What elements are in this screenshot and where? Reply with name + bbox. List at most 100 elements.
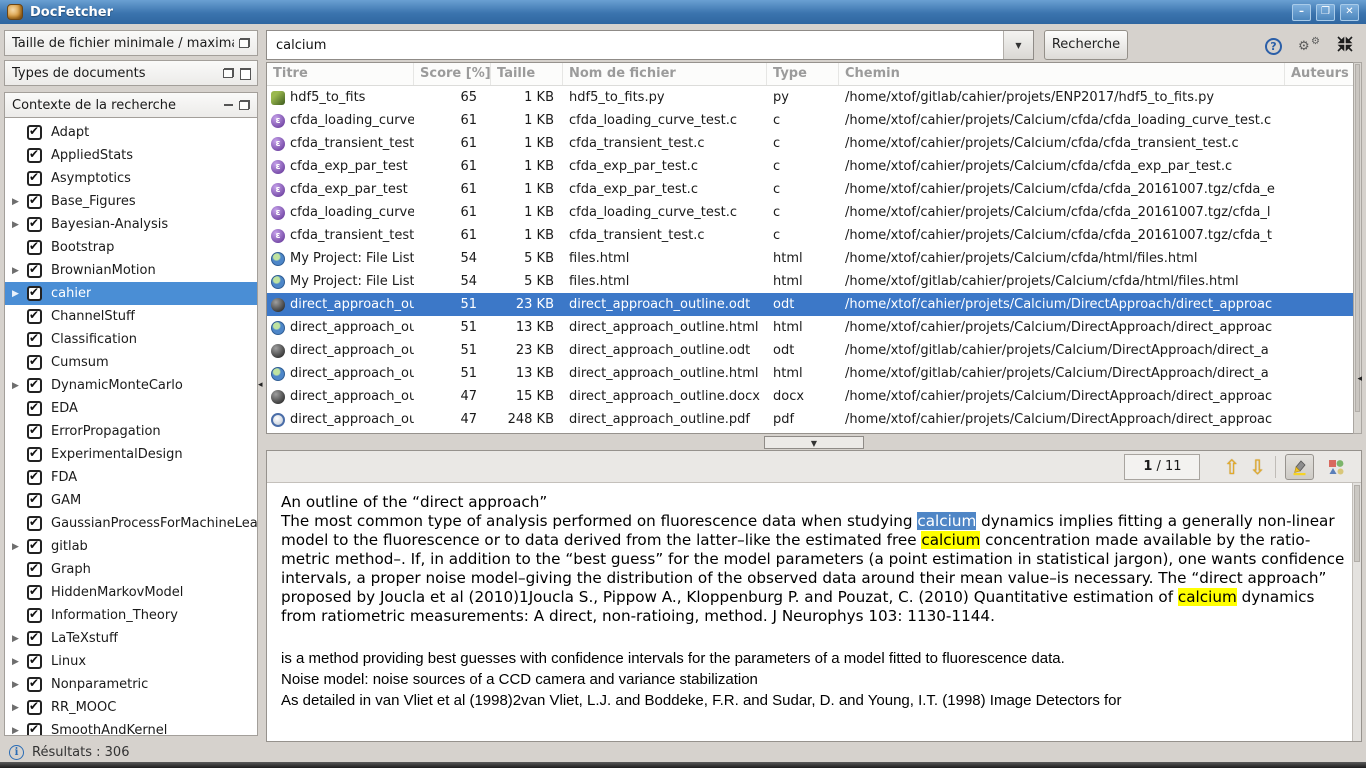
expand-arrow-icon[interactable]: ▶ [12,634,27,644]
panel-minimize-icon[interactable] [223,100,234,110]
tree-item-LaTeXstuff[interactable]: ▶LaTeXstuff [5,627,257,650]
panel-doc-types[interactable]: Types de documents [4,60,258,86]
checkbox[interactable] [27,562,42,577]
preview-mode-shapes-icon[interactable] [1323,454,1349,480]
checkbox[interactable] [27,516,42,531]
checkbox[interactable] [27,470,42,485]
result-row[interactable]: direct_approach_outline47248 KBdirect_ap… [267,408,1361,431]
sidebar-sash-collapse-icon[interactable]: ◂ [258,380,263,390]
result-row[interactable]: direct_approach_outline4715 KBdirect_app… [267,431,1361,433]
expand-arrow-icon[interactable]: ▶ [12,657,27,667]
tree-item-Information_Theory[interactable]: Information_Theory [5,604,257,627]
search-input[interactable] [267,31,1003,59]
checkbox[interactable] [27,148,42,163]
minimize-button[interactable]: – [1292,4,1311,21]
restore-button[interactable]: ❐ [1316,4,1335,21]
column-header[interactable]: Score [%] [414,63,491,85]
checkbox[interactable] [27,378,42,393]
help-icon[interactable]: ? [1265,38,1282,55]
tree-item-ErrorPropagation[interactable]: ErrorPropagation [5,420,257,443]
checkbox[interactable] [27,355,42,370]
expand-arrow-icon[interactable]: ▶ [12,381,27,391]
result-row[interactable]: hdf5_to_fits651 KBhdf5_to_fits.pypy/home… [267,86,1361,109]
checkbox[interactable] [27,194,42,209]
tree-item-Base_Figures[interactable]: ▶Base_Figures [5,190,257,213]
expand-arrow-icon[interactable]: ▶ [12,680,27,690]
result-row[interactable]: direct_approach_outline5123 KBdirect_app… [267,293,1361,316]
checkbox[interactable] [27,171,42,186]
tree-item-gitlab[interactable]: ▶gitlab [5,535,257,558]
result-row[interactable]: direct_approach_outline5113 KBdirect_app… [267,362,1361,385]
preview-collapse-sash-button[interactable] [764,436,864,449]
panel-restore-icon[interactable] [239,38,250,48]
checkbox[interactable] [27,286,42,301]
expand-arrow-icon[interactable]: ▶ [12,542,27,552]
panel-maximize-icon[interactable] [239,68,250,78]
checkbox[interactable] [27,447,42,462]
checkbox[interactable] [27,539,42,554]
preferences-gears-icon[interactable]: ⚙⚙ [1298,37,1320,55]
result-row[interactable]: My Project: File List545 KBfiles.htmlhtm… [267,270,1361,293]
result-row[interactable]: cfda_loading_curve611 KBcfda_loading_cur… [267,109,1361,132]
tree-item-BrownianMotion[interactable]: ▶BrownianMotion [5,259,257,282]
search-button[interactable]: Recherche [1044,30,1128,60]
result-row[interactable]: My Project: File List545 KBfiles.htmlhtm… [267,247,1361,270]
minimize-to-tray-icon[interactable] [1336,35,1354,57]
tree-item-GaussianProcessForMachineLea[interactable]: GaussianProcessForMachineLea [5,512,257,535]
checkbox[interactable] [27,700,42,715]
panel-restore-icon[interactable] [223,68,234,78]
tree-item-cahier[interactable]: ▶cahier [5,282,257,305]
result-row[interactable]: cfda_transient_test611 KBcfda_transient_… [267,132,1361,155]
column-header[interactable]: Taille [491,63,563,85]
tree-item-SmoothAndKernel[interactable]: ▶SmoothAndKernel [5,719,257,736]
column-header[interactable]: Chemin [839,63,1285,85]
panel-search-scope[interactable]: Contexte de la recherche [4,92,258,118]
checkbox[interactable] [27,240,42,255]
preview-scrollbar[interactable] [1352,483,1361,741]
result-row[interactable]: direct_approach_outline5123 KBdirect_app… [267,339,1361,362]
expand-arrow-icon[interactable]: ▶ [12,266,27,276]
checkbox[interactable] [27,125,42,140]
expand-arrow-icon[interactable]: ▶ [12,289,27,299]
previous-occurrence-icon[interactable]: ⇧ [1223,457,1240,477]
tree-item-Cumsum[interactable]: Cumsum [5,351,257,374]
column-header[interactable]: Nom de fichier [563,63,767,85]
checkbox[interactable] [27,263,42,278]
result-row[interactable]: direct_approach_outline4715 KBdirect_app… [267,385,1361,408]
tree-item-Graph[interactable]: Graph [5,558,257,581]
tree-item-Bayesian-Analysis[interactable]: ▶Bayesian-Analysis [5,213,257,236]
checkbox[interactable] [27,631,42,646]
checkbox[interactable] [27,723,42,736]
checkbox[interactable] [27,401,42,416]
tree-item-RR_MOOC[interactable]: ▶RR_MOOC [5,696,257,719]
checkbox[interactable] [27,585,42,600]
result-row[interactable]: cfda_loading_curve611 KBcfda_loading_cur… [267,201,1361,224]
checkbox[interactable] [27,309,42,324]
tree-item-Adapt[interactable]: Adapt [5,121,257,144]
tree-item-GAM[interactable]: GAM [5,489,257,512]
expand-arrow-icon[interactable]: ▶ [12,220,27,230]
result-row[interactable]: cfda_exp_par_test611 KBcfda_exp_par_test… [267,178,1361,201]
checkbox[interactable] [27,424,42,439]
tree-item-AppliedStats[interactable]: AppliedStats [5,144,257,167]
tree-item-Classification[interactable]: Classification [5,328,257,351]
tree-item-DynamicMonteCarlo[interactable]: ▶DynamicMonteCarlo [5,374,257,397]
result-row[interactable]: cfda_transient_test611 KBcfda_transient_… [267,224,1361,247]
tree-item-Linux[interactable]: ▶Linux [5,650,257,673]
tree-item-Bootstrap[interactable]: Bootstrap [5,236,257,259]
right-sash-collapse-icon[interactable]: ◂ [1357,374,1362,384]
tree-item-Asymptotics[interactable]: Asymptotics [5,167,257,190]
checkbox[interactable] [27,217,42,232]
checkbox[interactable] [27,493,42,508]
column-header[interactable]: Titre [267,63,414,85]
tree-item-ExperimentalDesign[interactable]: ExperimentalDesign [5,443,257,466]
highlighting-toggle-button[interactable] [1285,454,1314,480]
search-history-dropdown-icon[interactable] [1003,31,1033,59]
expand-arrow-icon[interactable]: ▶ [12,726,27,736]
tree-item-HiddenMarkovModel[interactable]: HiddenMarkovModel [5,581,257,604]
expand-arrow-icon[interactable]: ▶ [12,703,27,713]
result-row[interactable]: direct_approach_outline5113 KBdirect_app… [267,316,1361,339]
column-header[interactable]: Auteurs [1285,63,1361,85]
column-header[interactable]: Type [767,63,839,85]
tree-item-Nonparametric[interactable]: ▶Nonparametric [5,673,257,696]
